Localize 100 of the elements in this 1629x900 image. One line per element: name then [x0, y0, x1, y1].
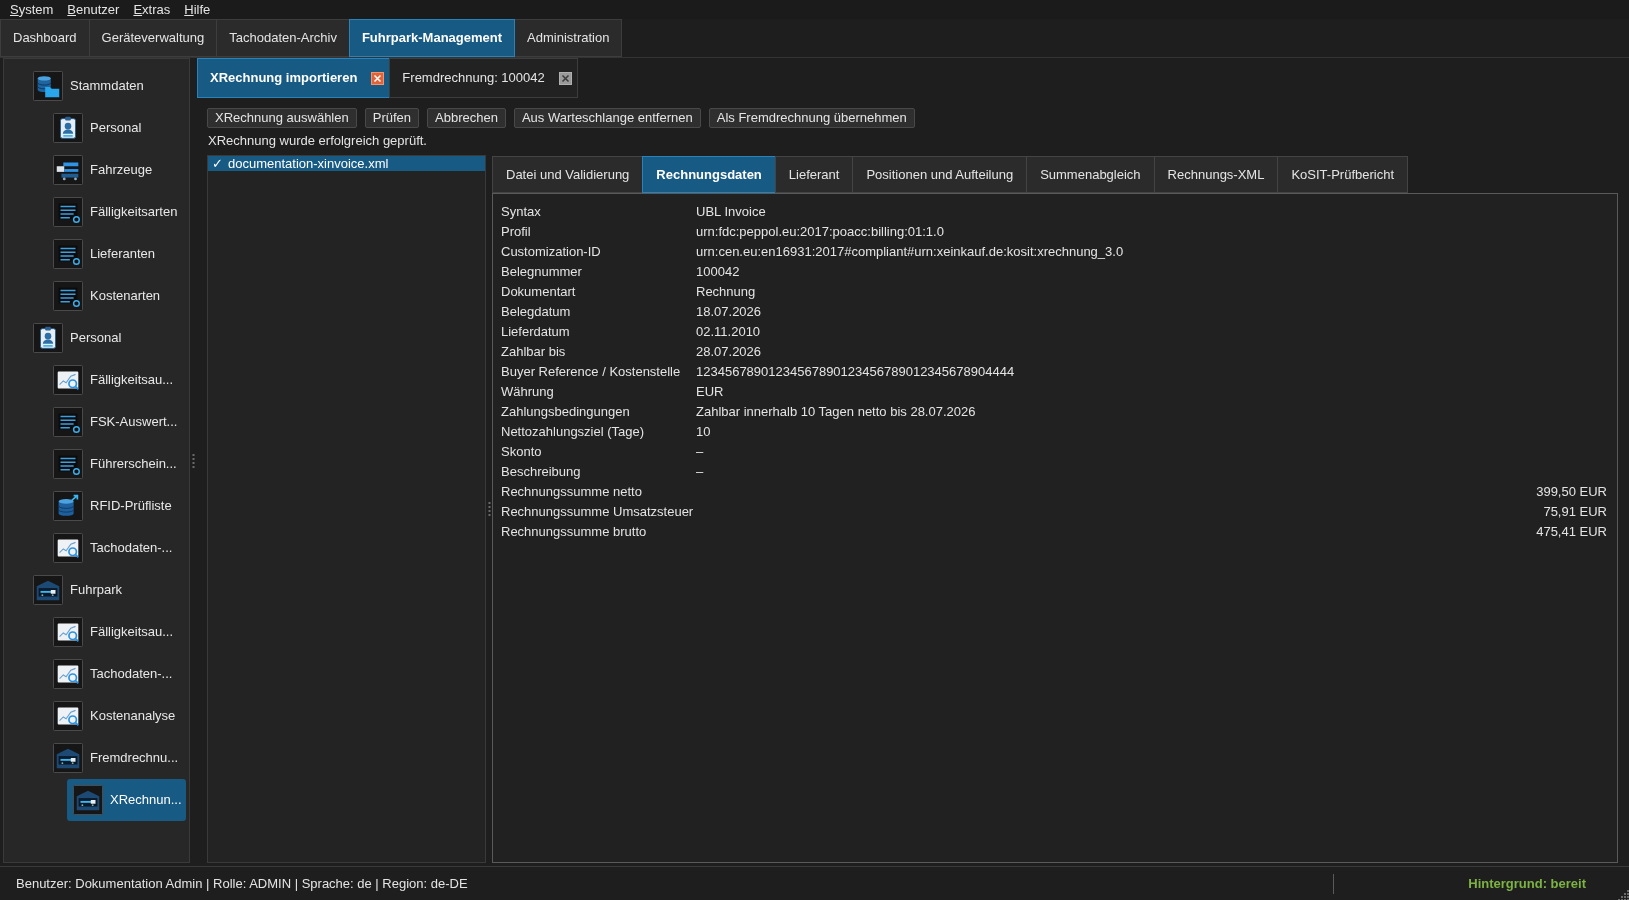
- tree-item[interactable]: Fremdrechnu...: [47, 737, 186, 779]
- main-tab[interactable]: Administration: [514, 19, 623, 57]
- list-settings-icon: [53, 239, 83, 269]
- menu-item[interactable]: Hilfe: [177, 0, 218, 19]
- tree-item[interactable]: Lieferanten: [47, 233, 186, 275]
- menu-item[interactable]: System: [3, 0, 61, 19]
- document-tab[interactable]: XRechnung importieren: [197, 58, 391, 98]
- field-label: Skonto: [501, 444, 543, 460]
- total-amount: 399,50 EUR: [1536, 484, 1607, 500]
- detail-tab[interactable]: Rechnungs-XML: [1153, 156, 1279, 193]
- field-label: Customization-ID: [501, 244, 602, 260]
- close-icon[interactable]: [558, 71, 572, 85]
- tree-item[interactable]: FSK-Auswert...: [47, 401, 186, 443]
- check-icon: ✓: [212, 156, 223, 171]
- tree-item[interactable]: Tachodaten-...: [47, 527, 186, 569]
- file-list-item[interactable]: ✓ documentation-xinvoice.xml: [208, 156, 485, 171]
- toolbar-button[interactable]: Aus Warteschlange entfernen: [513, 108, 701, 128]
- field-value: 100042: [696, 264, 740, 280]
- field-label: Belegnummer: [501, 264, 583, 280]
- detail-tab[interactable]: Summenabgleich: [1026, 156, 1155, 193]
- field-value: –: [696, 444, 704, 460]
- resize-grip-icon[interactable]: [1617, 888, 1629, 900]
- id-badge-icon: [33, 323, 63, 353]
- garage-truck-icon: [33, 575, 63, 605]
- detail-tab[interactable]: KoSIT-Prüfbericht: [1277, 156, 1409, 193]
- database-folder-icon: [33, 71, 63, 101]
- detail-tab[interactable]: Datei und Validierung: [492, 156, 644, 193]
- tree-item[interactable]: Kostenarten: [47, 275, 186, 317]
- field-label: Zahlungsbedingungen: [501, 404, 631, 420]
- tree-item[interactable]: RFID-Prüfliste: [47, 485, 186, 527]
- document-tab[interactable]: Fremdrechnung: 100042: [389, 58, 578, 98]
- vehicles-icon: [53, 155, 83, 185]
- tree-item[interactable]: XRechnun...: [67, 779, 186, 821]
- detail-tab[interactable]: Lieferant: [774, 156, 854, 193]
- field-value: 12345678901234567890123456789012345678904444: [696, 364, 1015, 380]
- chart-magnifier-icon: [53, 659, 83, 689]
- tree-item[interactable]: Stammdaten: [27, 65, 186, 107]
- field-label: Dokumentart: [501, 284, 577, 300]
- main-tab[interactable]: Tachodaten-Archiv: [216, 19, 350, 57]
- main-tab[interactable]: Geräteverwaltung: [88, 19, 218, 57]
- tree-item[interactable]: Personal: [47, 107, 186, 149]
- garage-truck-icon: [53, 743, 83, 773]
- tree-item[interactable]: Fälligkeitsau...: [47, 611, 186, 653]
- menu-item[interactable]: Extras: [126, 0, 178, 19]
- tree-item[interactable]: Fälligkeitsarten: [47, 191, 186, 233]
- menu-item[interactable]: Benutzer: [60, 0, 127, 19]
- toolbar-button[interactable]: Als Fremdrechnung übernehmen: [708, 108, 915, 128]
- total-amount: 75,91 EUR: [1543, 504, 1607, 520]
- list-settings-icon: [53, 449, 83, 479]
- field-value: –: [696, 464, 704, 480]
- session-info: Benutzer: Dokumentation Admin | Rolle: ADMIN | Sprache: de | Region: de-DE: [15, 875, 468, 891]
- total-label: Rechnungssumme brutto: [501, 524, 648, 540]
- list-settings-icon: [53, 281, 83, 311]
- field-label: Syntax: [501, 204, 542, 220]
- field-label: Nettozahlungsziel (Tage): [501, 424, 646, 440]
- field-value: 28.07.2026: [696, 344, 762, 360]
- detail-tab[interactable]: Rechnungsdaten: [642, 156, 776, 193]
- close-icon[interactable]: [371, 71, 385, 85]
- chart-magnifier-icon: [53, 701, 83, 731]
- tree-item[interactable]: Fuhrpark: [27, 569, 186, 611]
- tree-item[interactable]: Fahrzeuge: [47, 149, 186, 191]
- field-label: Zahlbar bis: [501, 344, 567, 360]
- field-label: Buyer Reference / Kostenstelle: [501, 364, 682, 380]
- total-label: Rechnungssumme Umsatzsteuer: [501, 504, 695, 520]
- background-status: Hintergrund: bereit: [1468, 875, 1586, 892]
- list-settings-icon: [53, 197, 83, 227]
- tree-item[interactable]: Kostenanalyse: [47, 695, 186, 737]
- field-value: EUR: [696, 384, 724, 400]
- tree-item[interactable]: Führerschein...: [47, 443, 186, 485]
- main-tab[interactable]: Fuhrpark-Management: [348, 19, 516, 57]
- field-label: Währung: [501, 384, 555, 400]
- main-tab[interactable]: Dashboard: [0, 19, 90, 57]
- garage-truck-icon: [73, 785, 103, 815]
- field-value: 10: [696, 424, 711, 440]
- field-value: UBL Invoice: [696, 204, 766, 220]
- splitter-grip-icon[interactable]: [487, 502, 491, 516]
- chart-magnifier-icon: [53, 365, 83, 395]
- tree-item[interactable]: Tachodaten-...: [47, 653, 186, 695]
- toolbar-button[interactable]: Prüfen: [364, 108, 420, 128]
- toolbar-button[interactable]: Abbrechen: [427, 108, 506, 128]
- toolbar-button[interactable]: XRechnung auswählen: [207, 108, 357, 128]
- total-label: Rechnungssumme netto: [501, 484, 643, 500]
- splitter-grip-icon[interactable]: [192, 453, 195, 468]
- field-value: urn:fdc:peppol.eu:2017:poacc:billing:01:1.0: [696, 224, 944, 240]
- field-value: urn:cen.eu:en16931:2017#compliant#urn:xeinkauf.de:kosit:xrechnung_3.0: [696, 244, 1124, 260]
- field-value: Zahlbar innerhalb 10 Tagen netto bis 28.07.2026: [696, 404, 976, 420]
- field-label: Lieferdatum: [501, 324, 571, 340]
- chart-magnifier-icon: [53, 617, 83, 647]
- field-value: 18.07.2026: [696, 304, 762, 320]
- field-label: Belegdatum: [501, 304, 572, 320]
- field-value: 02.11.2010: [696, 324, 761, 340]
- detail-tab[interactable]: Positionen und Aufteilung: [852, 156, 1028, 193]
- field-label: Beschreibung: [501, 464, 582, 480]
- status-message: XRechnung wurde erfolgreich geprüft.: [208, 133, 427, 149]
- tree-item[interactable]: Fälligkeitsau...: [47, 359, 186, 401]
- id-badge-icon: [53, 113, 83, 143]
- chart-magnifier-icon: [53, 533, 83, 563]
- tree-item[interactable]: Personal: [27, 317, 186, 359]
- list-settings-icon: [53, 407, 83, 437]
- total-amount: 475,41 EUR: [1536, 524, 1607, 540]
